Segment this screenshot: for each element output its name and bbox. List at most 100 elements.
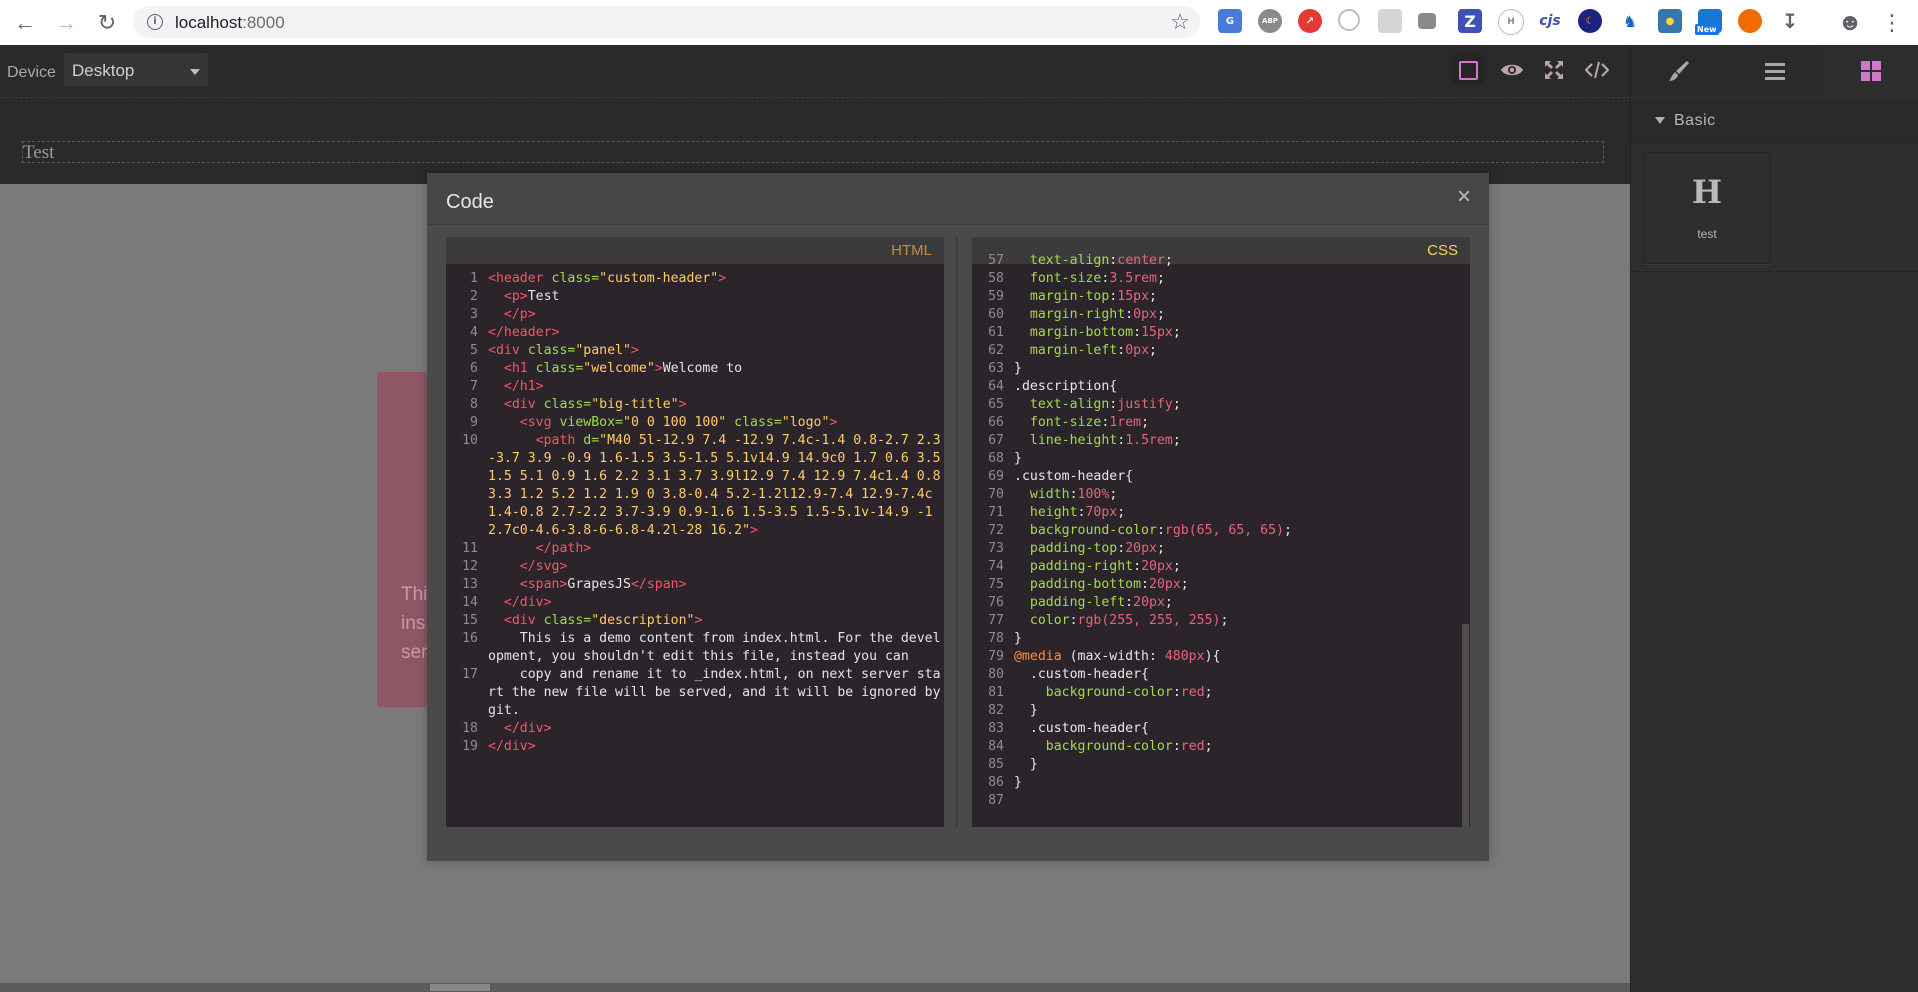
canvas-horizontal-scrollbar[interactable] bbox=[0, 983, 1630, 992]
blocks-tab[interactable] bbox=[1823, 45, 1918, 97]
code-line: 7 </h1> bbox=[470, 379, 544, 394]
adblock-extension-icon[interactable]: ABP bbox=[1258, 9, 1282, 33]
code-line: 85 } bbox=[988, 757, 1038, 772]
h-extension-icon[interactable]: H bbox=[1498, 9, 1524, 35]
zotero-extension-icon[interactable]: Z bbox=[1458, 9, 1482, 33]
python-extension-icon[interactable]: ● bbox=[1658, 9, 1682, 33]
block-label: test bbox=[1697, 227, 1717, 241]
code-line: 1 <header class="custom-header"> bbox=[470, 271, 727, 286]
square-outline-icon bbox=[1458, 60, 1478, 80]
code-line: 2 <p>Test bbox=[470, 289, 560, 304]
right-panel: Basic H test bbox=[1630, 45, 1918, 992]
panel-text-fragment: ser bbox=[401, 642, 428, 663]
code-line: 73 padding-top:20px; bbox=[988, 541, 1165, 556]
html-label: HTML bbox=[891, 242, 932, 259]
code-line: 69 .custom-header{ bbox=[988, 469, 1134, 484]
device-label: Device bbox=[7, 64, 56, 81]
code-line: 8 <div class="big-title"> bbox=[470, 397, 687, 412]
reload-icon[interactable]: ↻ bbox=[93, 9, 121, 37]
device-select[interactable]: Desktop bbox=[64, 53, 208, 86]
bars-icon bbox=[1765, 63, 1785, 80]
code-line: 17 copy and rename it to _index.html, on… bbox=[462, 667, 941, 718]
code-line: 57 text-align:center; bbox=[988, 253, 1173, 268]
code-line: 65 text-align:justify; bbox=[988, 397, 1181, 412]
css-code-panel[interactable]: CSS 57 text-align:center; 58 font-size:3.… bbox=[972, 237, 1470, 827]
menu-kebab-icon[interactable]: ⋮ bbox=[1878, 9, 1906, 37]
code-line: 19 </div> bbox=[462, 739, 536, 754]
url-text: localhost:8000 bbox=[175, 13, 285, 32]
code-icon bbox=[1585, 61, 1609, 79]
site-info-icon[interactable]: i bbox=[147, 14, 163, 30]
new-extension-icon[interactable]: New bbox=[1695, 9, 1722, 35]
code-line: 68} bbox=[988, 451, 1022, 466]
code-line: 64 .description{ bbox=[988, 379, 1118, 394]
css-code-editor[interactable]: 57 text-align:center; 58 font-size:3.5rem… bbox=[972, 252, 1470, 827]
forward-arrow-icon[interactable]: → bbox=[52, 9, 80, 37]
code-line: 71 height:70px; bbox=[988, 505, 1126, 520]
back-arrow-icon[interactable]: ← bbox=[11, 9, 39, 37]
bookmark-star-icon[interactable]: ☆ bbox=[1170, 9, 1190, 35]
blocks-category-basic[interactable]: Basic bbox=[1631, 99, 1918, 144]
code-line: 61 margin-bottom:15px; bbox=[988, 325, 1181, 340]
address-bar[interactable]: i localhost:8000 ☆ bbox=[133, 6, 1200, 38]
code-line: 14 </div> bbox=[462, 595, 552, 610]
fullscreen-button[interactable] bbox=[1537, 55, 1571, 85]
moon-extension-icon[interactable]: ☾ bbox=[1578, 9, 1602, 33]
code-line: 18 </div> bbox=[462, 721, 552, 736]
scrollbar-thumb[interactable] bbox=[1462, 624, 1469, 827]
panel-text-fragment: Thi bbox=[401, 584, 428, 605]
code-line: 67 line-height:1.5rem; bbox=[988, 433, 1181, 448]
header-paragraph[interactable]: Test bbox=[22, 141, 1604, 163]
code-line: 59 margin-top:15px; bbox=[988, 289, 1157, 304]
code-line: 83 .custom-header{ bbox=[988, 721, 1149, 736]
category-label: Basic bbox=[1674, 112, 1716, 129]
sw-visibility-button[interactable] bbox=[1451, 55, 1485, 85]
code-line: 63} bbox=[988, 361, 1022, 376]
canvas-custom-header[interactable]: Test bbox=[0, 98, 1630, 184]
code-line: 86} bbox=[988, 775, 1022, 790]
code-line: 70 width:100%; bbox=[988, 487, 1118, 502]
cjs-extension-icon[interactable]: cjs bbox=[1538, 9, 1562, 33]
code-line: 77 color:rgb(255, 255, 255); bbox=[988, 613, 1229, 628]
preview-button[interactable] bbox=[1495, 55, 1529, 85]
code-line: 75 padding-bottom:20px; bbox=[988, 577, 1189, 592]
translate-extension-icon[interactable]: G bbox=[1218, 9, 1242, 33]
layer-manager-tab[interactable] bbox=[1727, 45, 1823, 97]
style-manager-tab[interactable] bbox=[1631, 45, 1727, 97]
image-extension-icon[interactable] bbox=[1378, 9, 1402, 33]
code-line: 12 </svg> bbox=[462, 559, 568, 574]
code-line: 82 } bbox=[988, 703, 1038, 718]
code-line: 13 <span>GrapesJS</span> bbox=[462, 577, 687, 592]
close-icon[interactable]: × bbox=[1457, 183, 1471, 211]
css-vertical-scrollbar[interactable] bbox=[1461, 264, 1470, 827]
user-extension-icon[interactable]: ♞ bbox=[1618, 9, 1642, 33]
code-line: 60 margin-right:0px; bbox=[988, 307, 1165, 322]
modal-title: Code bbox=[446, 191, 494, 213]
scrollbar-thumb[interactable] bbox=[430, 984, 490, 991]
code-modal: Code × HTML 1 <header class="custom-heade… bbox=[427, 173, 1489, 861]
code-line: 72 background-color:rgb(65, 65, 65); bbox=[988, 523, 1292, 538]
block-test[interactable]: H test bbox=[1643, 152, 1771, 264]
code-line: 79 @media (max-width: 480px){ bbox=[988, 649, 1221, 664]
window-extension-icon[interactable] bbox=[1418, 13, 1436, 29]
heading-icon: H bbox=[1691, 173, 1723, 211]
export-code-button[interactable] bbox=[1580, 55, 1614, 85]
code-line: 9 <svg viewBox="0 0 100 100" class="logo… bbox=[470, 415, 838, 430]
eye-icon bbox=[1501, 64, 1523, 76]
record-extension-icon[interactable]: ↗ bbox=[1298, 9, 1322, 33]
modal-header: Code × bbox=[427, 173, 1489, 225]
divider bbox=[1631, 271, 1918, 272]
caret-down-icon bbox=[1655, 117, 1665, 124]
html-code-editor[interactable]: 1 <header class="custom-header"> 2 <p>Tes… bbox=[446, 270, 944, 827]
browser-toolbar: ← → ↻ i localhost:8000 ☆ G ABP ↗ Z H cjs… bbox=[0, 0, 1918, 46]
panel-divider bbox=[956, 237, 958, 827]
orange-extension-icon[interactable] bbox=[1738, 9, 1762, 33]
code-line: 6 <h1 class="welcome">Welcome to bbox=[470, 361, 743, 376]
profile-avatar-icon[interactable]: ☻ bbox=[1836, 9, 1864, 37]
html-code-panel[interactable]: HTML 1 <header class="custom-header"> 2 <… bbox=[446, 237, 944, 827]
header-text: Test bbox=[23, 142, 55, 163]
code-line: 10 <path d="M40 5l-12.9 7.4 -12.9 7.4c-1… bbox=[462, 433, 941, 538]
download-icon[interactable]: ↧ bbox=[1778, 9, 1802, 33]
circle-extension-icon[interactable] bbox=[1338, 9, 1360, 31]
code-line: 80 .custom-header{ bbox=[988, 667, 1149, 682]
